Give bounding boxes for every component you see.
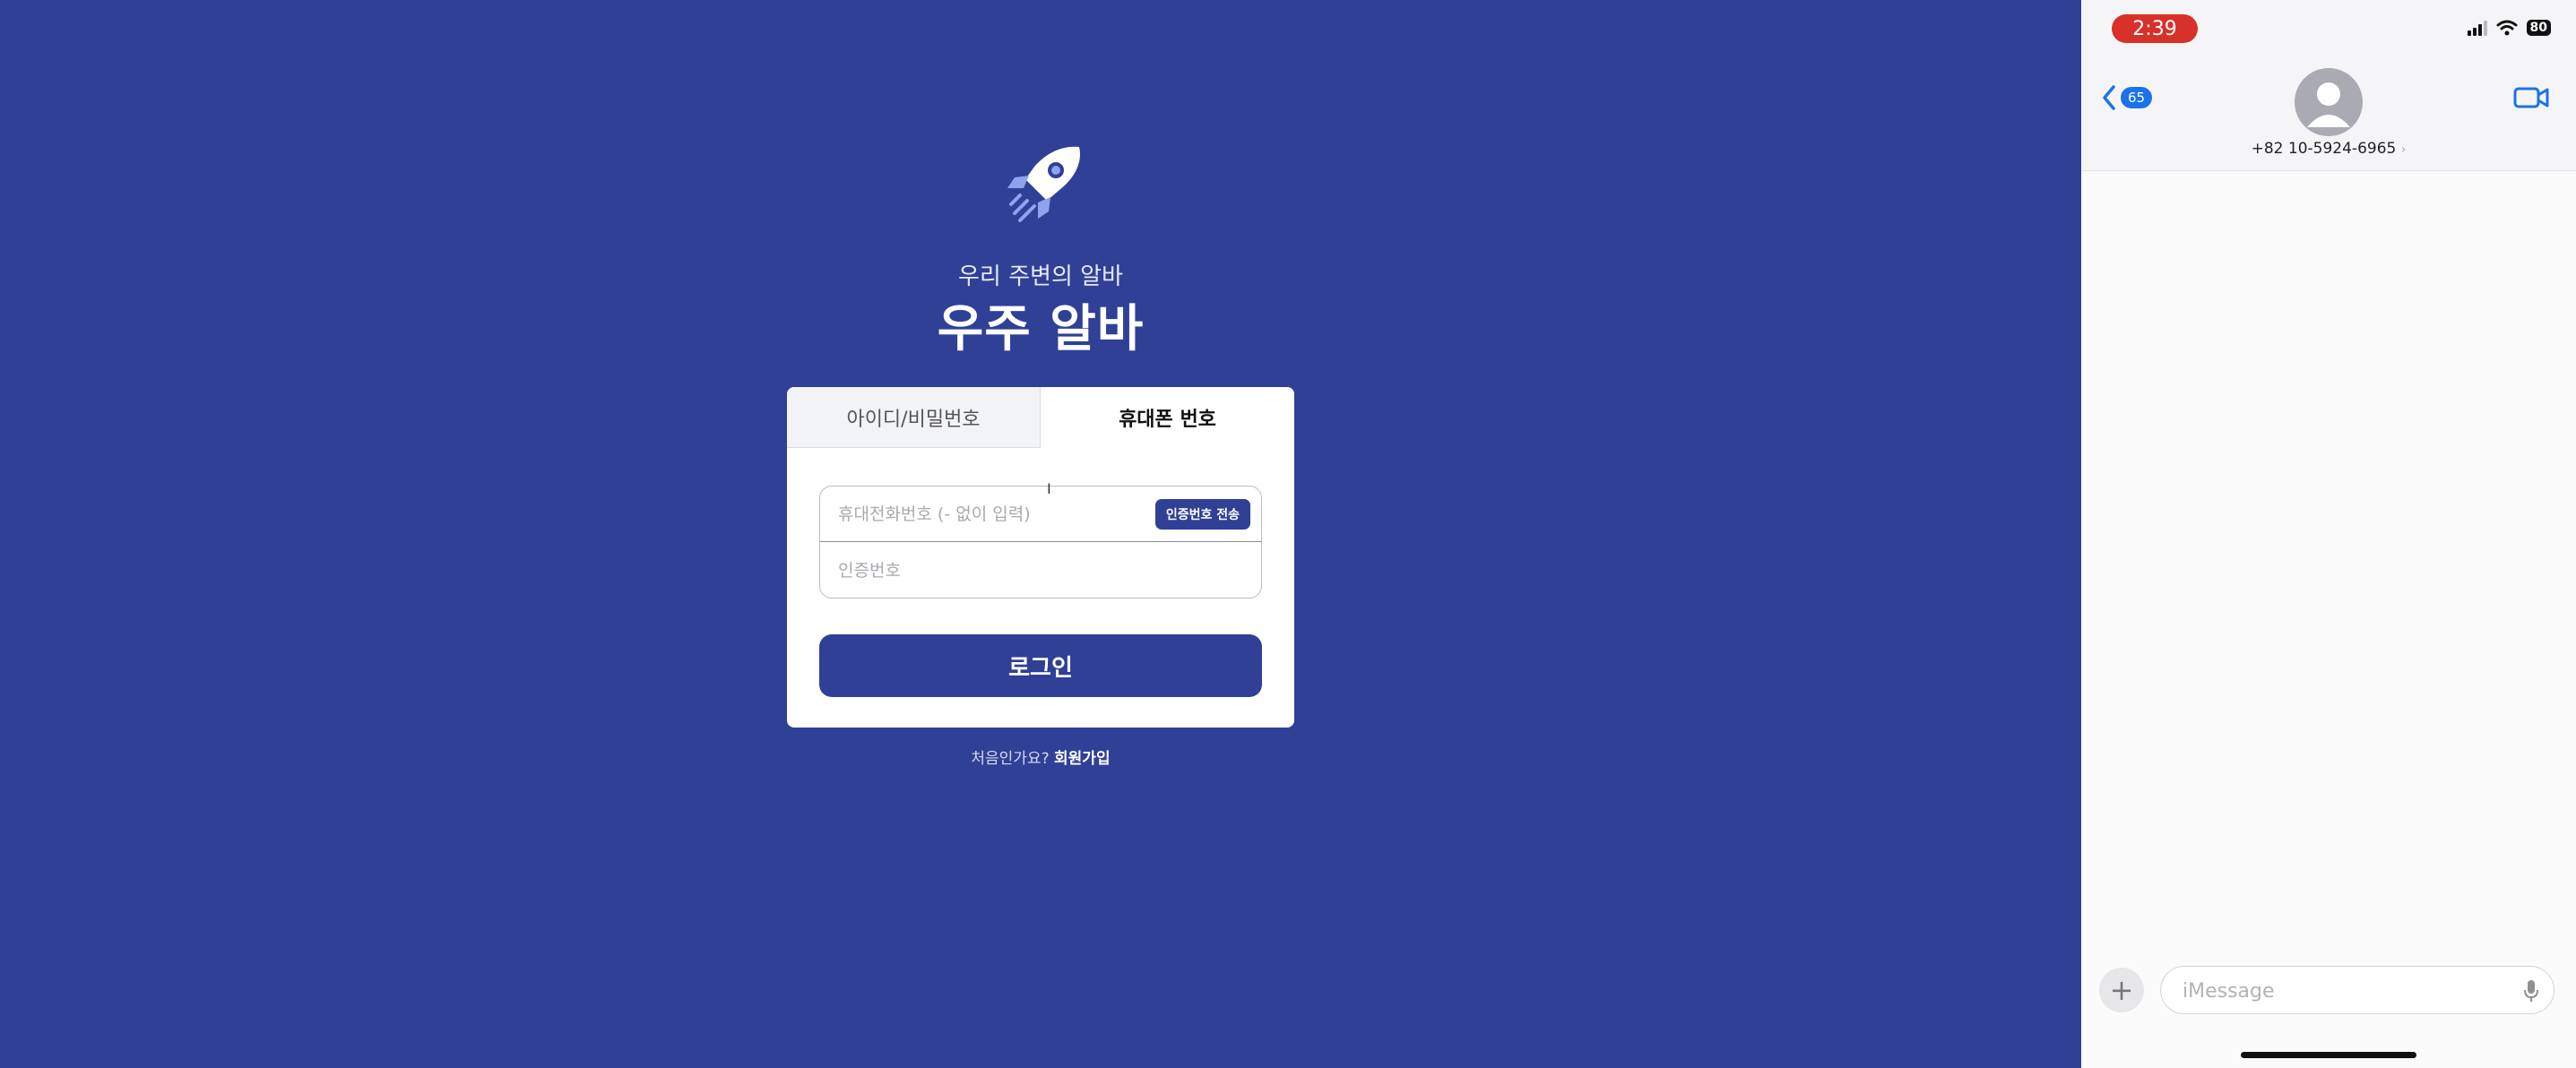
back-button[interactable]: 65	[2101, 84, 2153, 111]
status-time: 2:39	[2112, 14, 2198, 43]
web-page: 우리 주변의 알바 우주 알바 아이디/비밀번호 휴대폰 번호 인증번호 전송 …	[0, 0, 2081, 1068]
messages-header: 2:39 80 65 +82 10-5924-6965 ›	[2081, 0, 2576, 171]
rocket-icon	[1007, 146, 1081, 222]
verification-code-input[interactable]	[820, 543, 1261, 598]
cellular-icon	[2467, 20, 2487, 36]
app-title: 우주 알바	[937, 300, 1145, 358]
contact-number-label: +82 10-5924-6965	[2251, 140, 2397, 158]
signup-link[interactable]: 회원가입	[1054, 750, 1111, 768]
back-chevron-icon	[2103, 85, 2115, 110]
imessage-box	[2160, 966, 2554, 1015]
send-code-button[interactable]: 인증번호 전송	[1154, 499, 1250, 530]
unread-badge: 65	[2121, 87, 2153, 108]
plus-button[interactable]: +	[2099, 968, 2144, 1012]
tab-phone-number[interactable]: 휴대폰 번호	[1041, 387, 1294, 448]
avatar-icon[interactable]	[2295, 68, 2363, 136]
imessage-input[interactable]	[2181, 967, 2507, 1015]
contact-chevron-icon: ›	[2400, 142, 2407, 157]
signup-row: 처음인가요? 회원가입	[0, 745, 2081, 768]
text-cursor-icon: I	[1047, 480, 1051, 497]
phone-auth-form: 인증번호 전송	[819, 486, 1262, 599]
home-indicator	[2241, 1052, 2416, 1058]
video-call-icon[interactable]	[2513, 86, 2549, 109]
phone-messages-panel: 2:39 80 65 +82 10-5924-6965 › + iMessage	[2081, 0, 2576, 1068]
subtitle: 우리 주변의 알바	[958, 263, 1123, 290]
tab-id-password[interactable]: 아이디/비밀번호	[787, 387, 1041, 448]
status-icons: 80	[2467, 20, 2551, 36]
login-card: 아이디/비밀번호 휴대폰 번호 인증번호 전송 로그인	[787, 387, 1294, 728]
signup-prompt: 처음인가요?	[971, 750, 1050, 768]
mic-icon[interactable]	[2523, 979, 2539, 1003]
contact-number[interactable]: +82 10-5924-6965 ›	[2081, 140, 2576, 158]
login-button[interactable]: 로그인	[819, 634, 1262, 697]
battery-icon: 80	[2526, 20, 2551, 36]
wifi-icon	[2496, 20, 2518, 36]
